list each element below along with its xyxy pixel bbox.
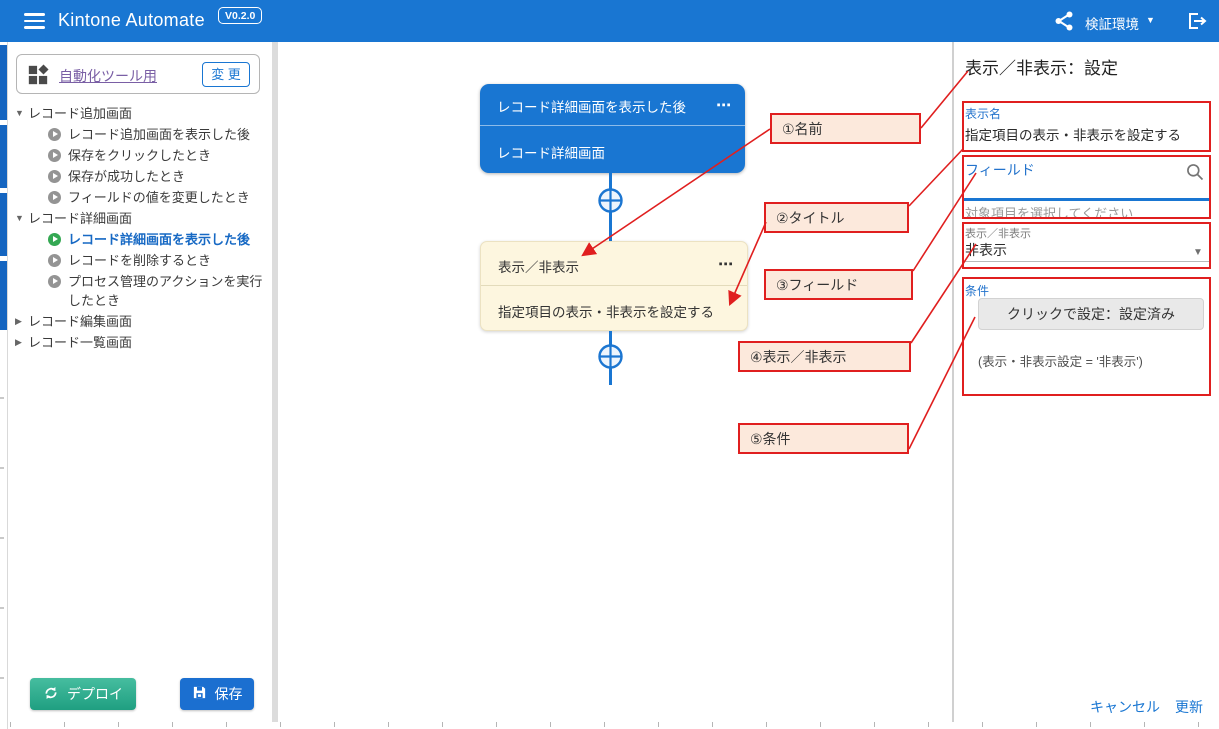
share-icon[interactable] bbox=[1052, 9, 1076, 33]
event-circle-play-icon bbox=[48, 128, 61, 141]
tree-group-record-add[interactable]: ▼ レコード追加画面 bbox=[9, 103, 267, 124]
tree-group-label: レコード一覧画面 bbox=[28, 335, 132, 350]
app-selector-box: 自動化ツール用 変 更 bbox=[16, 54, 260, 94]
chevron-down-icon[interactable]: ▼ bbox=[1146, 15, 1155, 25]
environment-selector[interactable]: 検証環境 bbox=[1085, 13, 1139, 33]
kintone-app-icon bbox=[27, 64, 49, 86]
deploy-button[interactable]: デプロイ bbox=[30, 678, 136, 710]
tree-item[interactable]: フィールドの値を変更したとき bbox=[9, 187, 267, 208]
change-app-button[interactable]: 変 更 bbox=[202, 62, 250, 87]
background-ruler-ticks bbox=[10, 722, 1219, 727]
tree-item-label: レコード詳細画面を表示した後 bbox=[68, 232, 250, 247]
tree-group-label: レコード詳細画面 bbox=[28, 211, 132, 226]
update-link[interactable]: 更新 bbox=[1175, 697, 1203, 717]
flow-canvas: レコード詳細画面を表示した後 ⋯ レコード詳細画面 表示／非表示 ⋯ 指定項目の… bbox=[278, 42, 952, 722]
condition-label: 条件 bbox=[965, 282, 989, 299]
event-circle-play-icon bbox=[48, 170, 61, 183]
tree-item-label: フィールドの値を変更したとき bbox=[68, 190, 250, 205]
annotation-box-field: ③フィールド bbox=[764, 269, 913, 300]
sidebar: 自動化ツール用 変 更 ▼ レコード追加画面 レコード追加画面を表示した後 保存… bbox=[9, 42, 278, 722]
tree-item-label: 保存をクリックしたとき bbox=[68, 148, 211, 163]
event-circle-play-icon bbox=[48, 191, 61, 204]
add-step-plus-icon[interactable] bbox=[597, 187, 624, 214]
annotation-box-title: ②タイトル bbox=[764, 202, 909, 233]
display-name-value[interactable]: 指定項目の表示・非表示を設定する bbox=[965, 124, 1181, 144]
display-name-label: 表示名 bbox=[965, 105, 1001, 122]
tree-item-label: 保存が成功したとき bbox=[68, 169, 185, 184]
event-tree: ▼ レコード追加画面 レコード追加画面を表示した後 保存をクリックしたとき 保存… bbox=[9, 103, 267, 353]
annotation-box-name: ①名前 bbox=[770, 113, 921, 144]
top-bar: Kintone Automate V0.2.0 検証環境 ▼ bbox=[0, 0, 1219, 42]
cancel-link[interactable]: キャンセル bbox=[1090, 697, 1160, 717]
tree-item[interactable]: 保存をクリックしたとき bbox=[9, 145, 267, 166]
field-search-input[interactable] bbox=[964, 164, 1209, 198]
tree-group-label: レコード編集画面 bbox=[28, 314, 132, 329]
app-name-link[interactable]: 自動化ツール用 bbox=[59, 66, 157, 86]
tree-item[interactable]: レコード追加画面を表示した後 bbox=[9, 124, 267, 145]
hamburger-menu-icon[interactable] bbox=[24, 13, 45, 29]
sync-icon bbox=[43, 685, 59, 704]
event-circle-play-icon-active bbox=[48, 233, 61, 246]
visibility-label: 表示／非表示 bbox=[965, 225, 1031, 241]
event-circle-play-icon bbox=[48, 149, 61, 162]
deploy-button-label: デプロイ bbox=[67, 684, 123, 704]
action-node-header: 表示／非表示 ⋯ bbox=[481, 242, 747, 286]
tree-item[interactable]: プロセス管理のアクションを実行したとき bbox=[9, 271, 267, 311]
trigger-node-header: レコード詳細画面を表示した後 ⋯ bbox=[480, 84, 745, 126]
visibility-underline bbox=[964, 261, 1209, 262]
condition-set-button[interactable]: クリックで設定：設定済み bbox=[978, 298, 1204, 330]
settings-panel: 表示／非表示：設定 表示名 指定項目の表示・非表示を設定する フィールド 対象項… bbox=[952, 42, 1219, 722]
annotation-box-condition: ⑤条件 bbox=[738, 423, 909, 454]
add-step-plus-icon[interactable] bbox=[597, 343, 624, 370]
tree-item-active[interactable]: レコード詳細画面を表示した後 bbox=[9, 229, 267, 250]
logout-icon[interactable] bbox=[1184, 9, 1208, 33]
trigger-node[interactable]: レコード詳細画面を表示した後 ⋯ レコード詳細画面 bbox=[480, 84, 745, 173]
search-icon[interactable] bbox=[1185, 162, 1205, 182]
tree-item-label: プロセス管理のアクションを実行したとき bbox=[68, 274, 262, 308]
action-node-subtitle: 指定項目の表示・非表示を設定する bbox=[498, 301, 714, 321]
save-floppy-icon bbox=[192, 685, 207, 703]
action-node[interactable]: 表示／非表示 ⋯ 指定項目の表示・非表示を設定する bbox=[480, 241, 748, 331]
caret-down-icon[interactable]: ▼ bbox=[15, 103, 24, 124]
app-title: Kintone Automate bbox=[58, 10, 205, 31]
tree-item-label: レコード追加画面を表示した後 bbox=[68, 127, 250, 142]
app-root: Kintone Automate V0.2.0 検証環境 ▼ bbox=[0, 0, 1219, 729]
tree-group-record-detail[interactable]: ▼ レコード詳細画面 bbox=[9, 208, 267, 229]
caret-right-icon[interactable]: ▶ bbox=[15, 311, 22, 332]
dropdown-caret-icon[interactable]: ▼ bbox=[1193, 247, 1203, 258]
tree-item[interactable]: 保存が成功したとき bbox=[9, 166, 267, 187]
visibility-select-value[interactable]: 非表示 bbox=[965, 240, 1007, 260]
event-circle-play-icon bbox=[48, 254, 61, 267]
tree-group-label: レコード追加画面 bbox=[28, 106, 132, 121]
background-window-edge bbox=[0, 42, 8, 729]
node-menu-ellipsis-icon[interactable]: ⋯ bbox=[716, 96, 732, 114]
event-circle-play-icon bbox=[48, 275, 61, 288]
version-badge: V0.2.0 bbox=[218, 7, 262, 24]
condition-summary: (表示・非表示設定 = '非表示') bbox=[978, 351, 1143, 370]
action-node-title: 表示／非表示 bbox=[498, 256, 579, 276]
annotation-box-visibility: ④表示／非表示 bbox=[738, 341, 911, 372]
caret-down-icon[interactable]: ▼ bbox=[15, 208, 24, 229]
node-menu-ellipsis-icon[interactable]: ⋯ bbox=[718, 255, 734, 273]
tree-item[interactable]: レコードを削除するとき bbox=[9, 250, 267, 271]
field-input-underline bbox=[964, 198, 1209, 201]
caret-right-icon[interactable]: ▶ bbox=[15, 332, 22, 353]
field-placeholder: 対象項目を選択してください bbox=[965, 203, 1133, 222]
annotation-rect-condition bbox=[962, 277, 1211, 396]
settings-panel-title: 表示／非表示：設定 bbox=[965, 54, 1118, 79]
tree-item-label: レコードを削除するとき bbox=[68, 253, 211, 268]
tree-group-record-list[interactable]: ▶ レコード一覧画面 bbox=[9, 332, 267, 353]
save-button[interactable]: 保存 bbox=[180, 678, 254, 710]
save-button-label: 保存 bbox=[215, 684, 243, 704]
trigger-node-title: レコード詳細画面を表示した後 bbox=[497, 96, 686, 116]
tree-group-record-edit[interactable]: ▶ レコード編集画面 bbox=[9, 311, 267, 332]
trigger-node-subtitle: レコード詳細画面 bbox=[497, 142, 605, 162]
